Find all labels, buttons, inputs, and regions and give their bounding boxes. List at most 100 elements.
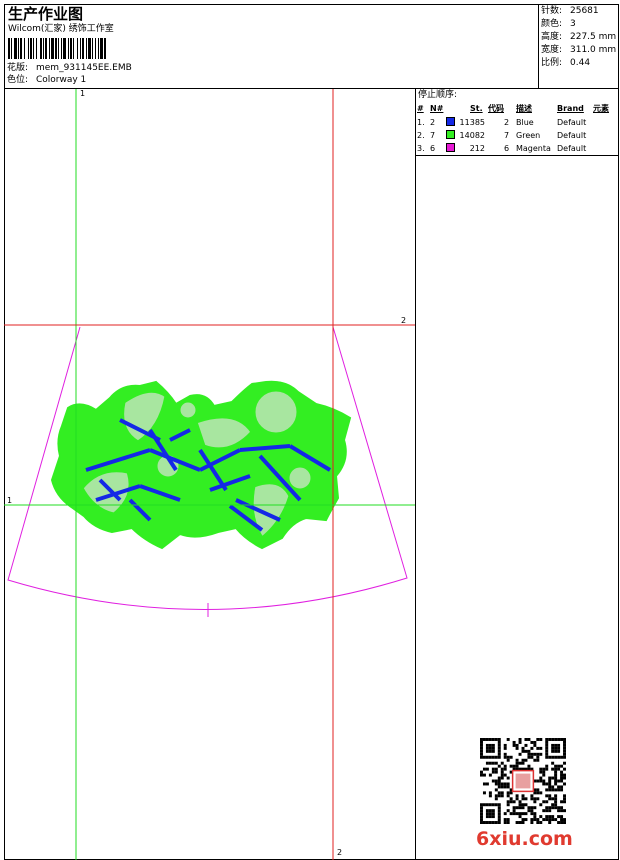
stat-value: 227.5 mm bbox=[570, 32, 617, 42]
qr-module bbox=[554, 797, 558, 801]
production-worksheet: 生产作业图 Wilcom(汇家) 绣饰工作室 花版: mem_931145EE.… bbox=[0, 0, 620, 860]
qr-module bbox=[539, 738, 543, 741]
qr-module bbox=[500, 761, 504, 765]
qr-module bbox=[563, 797, 566, 801]
qr-module bbox=[497, 818, 501, 822]
qr-module bbox=[503, 767, 507, 771]
qr-module bbox=[518, 806, 522, 810]
row-stitches: 212 bbox=[469, 144, 485, 153]
qr-module bbox=[530, 809, 534, 813]
qr-module bbox=[518, 752, 522, 756]
qr-module bbox=[563, 821, 566, 824]
qr-module bbox=[506, 791, 510, 795]
qr-module bbox=[536, 755, 540, 759]
row-index: 1. bbox=[417, 118, 425, 127]
qr-module bbox=[548, 785, 552, 789]
qr-module bbox=[545, 788, 549, 792]
guide-label-h1: 1 bbox=[7, 496, 13, 505]
qr-module bbox=[500, 767, 504, 771]
qr-module bbox=[515, 743, 519, 747]
qr-module bbox=[497, 806, 501, 810]
qr-module bbox=[491, 749, 495, 753]
qr-module bbox=[533, 740, 537, 744]
qr-module bbox=[503, 743, 507, 747]
stat-value: 25681 bbox=[570, 6, 599, 16]
qr-module bbox=[500, 776, 504, 780]
qr-module bbox=[536, 797, 540, 801]
qr-module bbox=[527, 806, 531, 810]
qr-module bbox=[480, 738, 483, 741]
qr-module bbox=[480, 752, 483, 756]
qr-module bbox=[527, 738, 531, 741]
qr-module bbox=[518, 738, 522, 741]
qr-module bbox=[480, 803, 483, 807]
qr-module bbox=[557, 764, 561, 768]
qr-module bbox=[551, 788, 555, 792]
qr-module bbox=[557, 755, 561, 759]
qr-module bbox=[554, 764, 558, 768]
qr-module bbox=[524, 818, 528, 822]
qr-module bbox=[515, 761, 519, 765]
qr-module bbox=[494, 794, 498, 798]
qr-module bbox=[485, 743, 489, 747]
design-flower bbox=[252, 388, 300, 436]
qr-module bbox=[488, 803, 492, 807]
qr-module bbox=[521, 806, 525, 810]
row-stitches: 11385 bbox=[459, 118, 485, 127]
qr-module bbox=[509, 812, 513, 816]
qr-module bbox=[539, 791, 543, 795]
qr-module bbox=[491, 815, 495, 819]
qr-module bbox=[557, 815, 561, 819]
qr-module bbox=[512, 743, 516, 747]
qr-module bbox=[500, 785, 504, 789]
qr-module bbox=[536, 779, 540, 783]
qr-module bbox=[521, 812, 525, 816]
qr-module bbox=[527, 764, 531, 768]
qr-module bbox=[521, 818, 525, 822]
qr-module bbox=[497, 782, 501, 786]
qr-module bbox=[503, 812, 507, 816]
qr-module bbox=[563, 818, 566, 822]
qr-module bbox=[548, 788, 552, 792]
qr-module bbox=[480, 743, 483, 747]
qr-module bbox=[542, 767, 546, 771]
qr-module bbox=[563, 761, 566, 765]
qr-module bbox=[512, 764, 516, 768]
qr-module bbox=[485, 815, 489, 819]
qr-module bbox=[488, 791, 492, 795]
qr-module bbox=[518, 812, 522, 816]
qr-module bbox=[539, 767, 543, 771]
qr-module bbox=[497, 776, 501, 780]
qr-module bbox=[506, 803, 510, 807]
design-canvas bbox=[4, 89, 415, 860]
qr-module bbox=[491, 738, 495, 741]
stop-panel-bottom bbox=[415, 155, 619, 156]
qr-module bbox=[480, 809, 483, 813]
qr-module bbox=[536, 788, 540, 792]
qr-module bbox=[527, 809, 531, 813]
qr-module bbox=[560, 770, 564, 774]
qr-module bbox=[500, 794, 504, 798]
qr-module bbox=[545, 764, 549, 768]
qr-module bbox=[515, 806, 519, 810]
qr-module bbox=[563, 794, 566, 798]
qr-module bbox=[480, 815, 483, 819]
qr-module bbox=[521, 746, 525, 750]
qr-module bbox=[554, 776, 558, 780]
qr-module bbox=[548, 782, 552, 786]
qr-module bbox=[509, 755, 513, 759]
qr-module bbox=[480, 749, 483, 753]
qr-module bbox=[530, 812, 534, 816]
qr-module bbox=[488, 794, 492, 798]
qr-module bbox=[482, 821, 486, 824]
row-desc: Blue bbox=[516, 118, 534, 127]
qr-module bbox=[539, 821, 543, 824]
qr-module bbox=[551, 776, 555, 780]
qr-module bbox=[488, 815, 492, 819]
qr-module bbox=[563, 743, 566, 747]
qr-module bbox=[506, 785, 510, 789]
color-swatch bbox=[446, 143, 455, 152]
qr-module bbox=[509, 800, 513, 804]
qr-module bbox=[488, 749, 492, 753]
qr-module bbox=[554, 779, 558, 783]
